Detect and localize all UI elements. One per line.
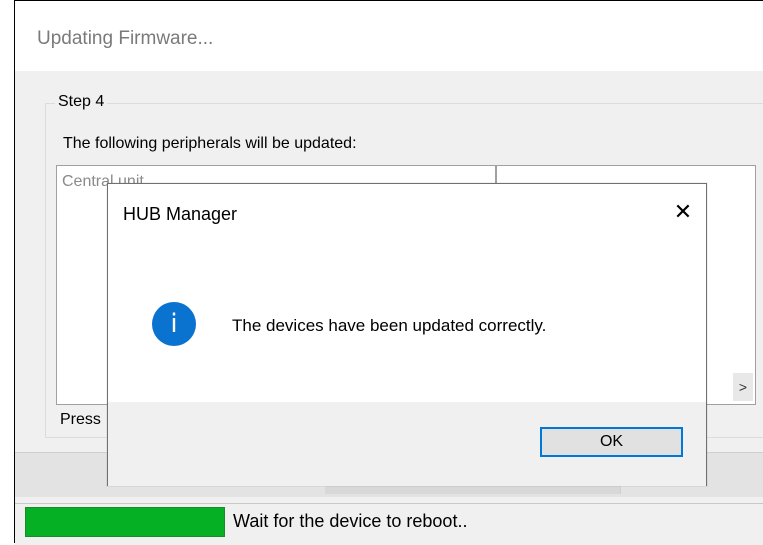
scroll-right-button[interactable]: > bbox=[733, 373, 753, 401]
peripherals-label: The following peripherals will be update… bbox=[63, 135, 357, 152]
step-label: Step 4 bbox=[55, 93, 108, 111]
progress-bar bbox=[25, 507, 225, 537]
window-titlebar: Updating Firmware... bbox=[15, 1, 763, 71]
window-title: Updating Firmware... bbox=[37, 28, 214, 49]
status-text: Wait for the device to reboot.. bbox=[233, 511, 468, 531]
close-icon[interactable]: ✕ bbox=[669, 198, 697, 226]
message-dialog: HUB Manager ✕ i The devices have been up… bbox=[107, 183, 707, 486]
ok-button[interactable]: OK bbox=[540, 427, 683, 457]
dialog-title: HUB Manager bbox=[123, 204, 238, 224]
info-icon: i bbox=[152, 302, 196, 346]
dialog-message: The devices have been updated correctly. bbox=[232, 316, 547, 335]
